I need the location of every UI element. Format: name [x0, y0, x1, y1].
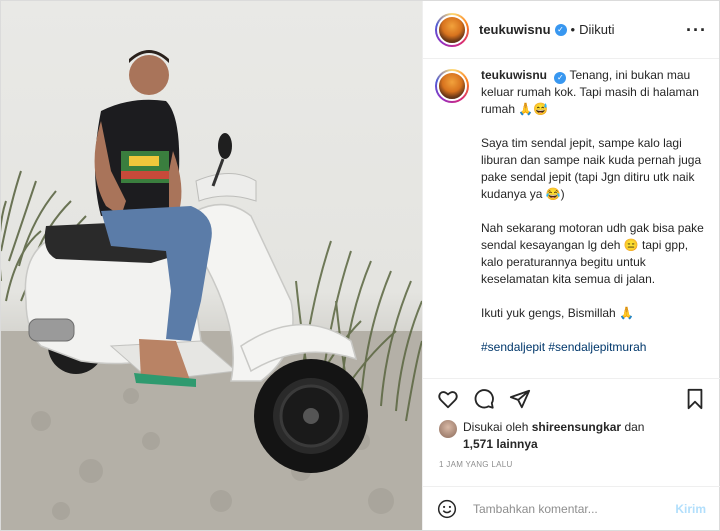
post-timestamp[interactable]: 1 JAM YANG LALU — [439, 460, 513, 469]
comment-bar: Kirim — [423, 486, 720, 530]
comment-input[interactable] — [473, 501, 663, 516]
liker-username[interactable]: shireensungkar — [532, 420, 621, 434]
post-comment-button[interactable]: Kirim — [675, 502, 706, 516]
scooter-photo-illustration — [1, 50, 422, 530]
caption-username[interactable]: teukuwisnu — [481, 68, 547, 82]
post-header: teukuwisnu ✓ • Diikuti ··· — [423, 1, 719, 59]
caption-paragraph-3: Nah sekarang motoran udh gak bisa pake s… — [481, 221, 704, 286]
bookmark-icon[interactable] — [684, 388, 706, 410]
post-panel: teukuwisnu ✓ • Diikuti ··· teukuwisnu ✓ … — [422, 1, 720, 530]
caption-paragraph-2: Saya tim sendal jepit, sampe kalo lagi l… — [481, 136, 702, 201]
likes-summary: Disukai oleh shireensungkar dan 1,571 la… — [439, 419, 644, 453]
author-username[interactable]: teukuwisnu — [479, 22, 551, 37]
comment-icon[interactable] — [473, 388, 495, 410]
likes-conjunction: dan — [624, 420, 645, 434]
emoji-icon[interactable] — [437, 499, 457, 519]
liker-avatar[interactable] — [439, 420, 457, 438]
post-photo[interactable] — [1, 1, 422, 530]
likes-count[interactable]: 1,571 lainnya — [463, 437, 538, 451]
caption-hashtags[interactable]: #sendaljepit #sendaljepitmurah — [481, 339, 709, 356]
follow-status-button[interactable]: Diikuti — [579, 22, 614, 37]
post-dialog: teukuwisnu ✓ • Diikuti ··· teukuwisnu ✓ … — [0, 0, 720, 531]
verified-icon: ✓ — [554, 72, 567, 84]
heart-icon[interactable] — [437, 388, 459, 410]
caption-paragraph-4: Ikuti yuk gengs, Bismillah 🙏 — [481, 306, 634, 320]
ellipsis-icon[interactable]: ··· — [686, 21, 707, 39]
separator-dot: • — [570, 22, 576, 37]
author-avatar[interactable] — [435, 12, 469, 47]
post-actions — [423, 378, 720, 418]
caption-paragraph-1: teukuwisnu ✓ Tenang, ini bukan mau kelua… — [481, 67, 709, 118]
post-caption: teukuwisnu ✓ Tenang, ini bukan mau kelua… — [435, 67, 710, 367]
likes-prefix: Disukai oleh — [463, 420, 529, 434]
verified-icon: ✓ — [554, 23, 567, 36]
share-icon[interactable] — [509, 388, 531, 410]
caption-author-avatar[interactable] — [435, 69, 469, 103]
